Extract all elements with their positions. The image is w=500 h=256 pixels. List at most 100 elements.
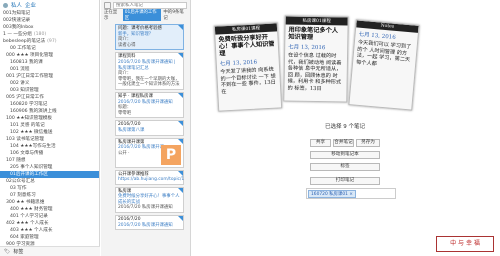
sidebar-item[interactable]: 300 ★★ 书籍思维 [0, 199, 99, 206]
sidebar-item-label: 102 ★★★ 微信推送 [10, 130, 53, 135]
sidebar-item[interactable]: 00 工作笔记 [0, 45, 99, 52]
sidebar-item-label: 401 个人学习记录 [10, 214, 48, 219]
sidebar-item-label: 03 写作 [10, 186, 27, 191]
sidebar-item-label: 01后开课的工作区 [10, 172, 49, 177]
sidebar-item[interactable]: 07 刻意练习 [0, 192, 99, 199]
share-button[interactable]: 共享 [310, 139, 331, 147]
search-input[interactable] [113, 2, 187, 9]
sidebar-item[interactable]: 1 — 一些分组 (180) [0, 31, 99, 38]
sidebar-item[interactable]: 001为知笔记 [0, 10, 99, 17]
sidebar-item[interactable]: 103 读书笔记管理 [0, 136, 99, 143]
sidebar-item[interactable]: 403 ★★★ 个人成长 [0, 227, 99, 234]
note-card[interactable]: 私房课开课第 2016/7/20 私房课开课 公开 · P [115, 137, 184, 168]
sidebar-item[interactable]: 400 ★★★ 财务管理 [0, 206, 99, 213]
note-card[interactable]: 2016/7/20 2016/7/20 私房课开课通知 [115, 215, 184, 231]
tag-chip[interactable]: 160720 私房课01 × [308, 189, 356, 198]
merge-notes-button[interactable]: 合并笔记 [333, 139, 354, 147]
list-view-icon[interactable] [104, 2, 111, 9]
folder-tree: 001为知笔记 002快速记录 003我的Inbox 1 — 一些分组 (180) beb… [0, 10, 99, 246]
folder-breadcrumb: 正在显示 01后开课的工作区 中的9条笔记 [101, 9, 190, 21]
note-card[interactable]: 2016/7/20 私房课第八课 [115, 120, 184, 136]
main-pane: 私房课01课程 免费听我分享好开心！事事个人知识管理 七月 13, 2016 今天发了… [192, 0, 500, 256]
sidebar-item[interactable]: 401 个人学习记录 [0, 213, 99, 220]
note-snippet: 2016/7/20 私房课开课通知 [118, 205, 173, 211]
sidebar-item-label: 07 刻意练习 [10, 193, 36, 198]
note-preview-page: Notes 七月 13, 2016 今天我们可以 学习到了的个 人时间管理 的方法，… [348, 19, 420, 111]
sidebar-item[interactable]: 100 ★★知识管理模板 [0, 115, 99, 122]
selected-corner-icon [178, 53, 183, 59]
sidebar-item-label: 104 ★★★写作与生活 [10, 144, 56, 149]
sidebar-item[interactable]: 01后开课的工作区 [0, 171, 99, 178]
note-card[interactable]: 课程资料 2016/7/20 私房课开课通知 | 私房课笔记汇总 简介： 零零吧，我在… [115, 52, 184, 90]
note-card[interactable]: 问题：课考价格考验感 新手，知识管理？ 简介： 读者心得 [115, 24, 184, 51]
sidebar-item[interactable]: 104 ★★★写作与生活 [0, 143, 99, 150]
sidebar-item[interactable]: 160813 我的课 [0, 59, 99, 66]
sidebar-item[interactable]: 005 沪江日常工作 [0, 94, 99, 101]
sidebar-item[interactable]: bebesleep的笔记法 (97) [0, 38, 99, 45]
note-snippet: 私房课第八课 [118, 127, 145, 133]
sidebar-item[interactable]: 604 家庭管理 [0, 234, 99, 241]
sidebar-item-label: 604 家庭管理 [10, 235, 39, 240]
tab-private[interactable]: 私人 [11, 1, 22, 9]
preview-body: 今天发了讲我的 向系统的一个目标讨论 一下 想不到在一些 事件，13日在 [220, 66, 276, 95]
sidebar-item[interactable]: 003 知识管理 [0, 87, 99, 94]
sidebar-item-label: 400 ★★★ 财务管理 [10, 207, 53, 212]
sidebar-item-label: 002 讲义 [10, 81, 30, 86]
note-snippet: https://ab.hujiang.com/topic/16933743 [118, 177, 184, 183]
sidebar-item-label: 103 读书笔记管理 [6, 137, 44, 142]
tag-input-box[interactable]: 160720 私房课01 × [306, 188, 396, 199]
account-bar: 私人 企业 [0, 0, 99, 10]
sidebar-item[interactable]: 002 讲义 [0, 80, 99, 87]
sidebar-item[interactable]: 001 沪江日常工作管理 [0, 73, 99, 80]
selected-corner-icon [178, 216, 183, 222]
note-card[interactable]: 知乎 · 课程私房课 2016/7/20 私房课开课通知 标题： 零零吧 [115, 91, 184, 119]
note-list-panel: 正在显示 01后开课的工作区 中的9条笔记 问题：课考价格考验感新手，知识管理？… [101, 0, 191, 256]
sidebar-item-label: bebesleep的笔记法 [3, 39, 46, 44]
sidebar-item-label: 160820 学习笔记 [10, 102, 48, 107]
sidebar-item-label: 1 — 一些分组 [3, 32, 32, 37]
print-notes-button[interactable]: 打印笔记 [310, 177, 380, 185]
sidebar-item-count: (180) [33, 32, 47, 37]
note-cards: 问题：课考价格考验感 新手，知识管理？ 简介： 读者心得 课程资料 2016/7/20 私… [115, 24, 184, 256]
sidebar-item-label: 005 沪江日常工作 [6, 95, 44, 100]
selected-corner-icon [178, 187, 183, 193]
user-avatar[interactable] [3, 2, 8, 8]
sidebar-item-label: 403 ★★★ 个人成长 [10, 228, 53, 233]
sidebar-item-label: 000 ★★★ 项目化管理 [6, 53, 54, 58]
note-snippet: 一般化建立一个知识体系的方法 [118, 82, 180, 88]
sidebar-item[interactable]: 003我的Inbox [0, 24, 99, 31]
sidebar-item[interactable]: 02公众号汇总 [0, 178, 99, 185]
sidebar-item[interactable]: 101 灵感 的笔记 [0, 122, 99, 129]
move-to-notebook-button[interactable]: 移动到笔记本 [310, 151, 380, 159]
sidebar-footer: 🏷 标签 [0, 246, 100, 256]
sidebar-item[interactable]: 102 ★★★ 微信推送 [0, 129, 99, 136]
sidebar-item-label: 001为知笔记 [3, 11, 31, 16]
selected-corner-icon [178, 138, 183, 144]
sidebar-item[interactable]: 160906 我的演讲上线 [0, 108, 99, 115]
sidebar-item-label: 003 知识管理 [10, 88, 39, 93]
tags-label[interactable]: 标签 [13, 248, 23, 255]
note-card[interactable]: 私房课 免费时候分享好开心！事事个人成长的实战 2016/7/20 私房课开课通知 [115, 186, 184, 214]
sidebar-item[interactable]: 402 ★★★ 个人成长 [0, 220, 99, 227]
sidebar-item-label: 160813 我的课 [10, 60, 43, 65]
sidebar-item[interactable]: 000 ★★★ 项目化管理 [0, 52, 99, 59]
sidebar-item-label: 003我的Inbox [3, 25, 34, 30]
sidebar-item[interactable]: 001 流程 [0, 66, 99, 73]
preview-body: 今天我们可以 学习到了的个 人时间管理 的方法，一起 学习，第二天 每个人都 [355, 39, 412, 67]
sidebar-item[interactable]: 205 事个人知识管理 [0, 164, 99, 171]
tag-button[interactable]: 标签 [310, 163, 380, 171]
selected-count: 已选择 9 个笔记 [325, 124, 365, 130]
sidebar-item-label: 001 沪江日常工作管理 [6, 74, 53, 79]
sidebar-item[interactable]: 002快速记录 [0, 17, 99, 24]
tab-enterprise[interactable]: 企业 [25, 1, 36, 9]
save-as-button[interactable]: 另存为 [356, 139, 380, 147]
sidebar-item[interactable]: 106 文章与传播 [0, 150, 99, 157]
selected-corner-icon [178, 25, 183, 30]
note-card[interactable]: 公开课参课推荐https://ab.hujiang.com/topic/1693… [115, 169, 184, 185]
selected-corner-icon [178, 170, 183, 176]
sidebar-item[interactable]: 107 随想 [0, 157, 99, 164]
crumb-folder[interactable]: 01后开课的工作区 [122, 9, 162, 21]
note-preview-page: 私房课01课程 用印象笔记多个人 知识管理 七月 13, 2016 在设个信息 过载的… [283, 15, 349, 103]
sidebar-item[interactable]: 03 写作 [0, 185, 99, 192]
sidebar-item[interactable]: 160820 学习笔记 [0, 101, 99, 108]
